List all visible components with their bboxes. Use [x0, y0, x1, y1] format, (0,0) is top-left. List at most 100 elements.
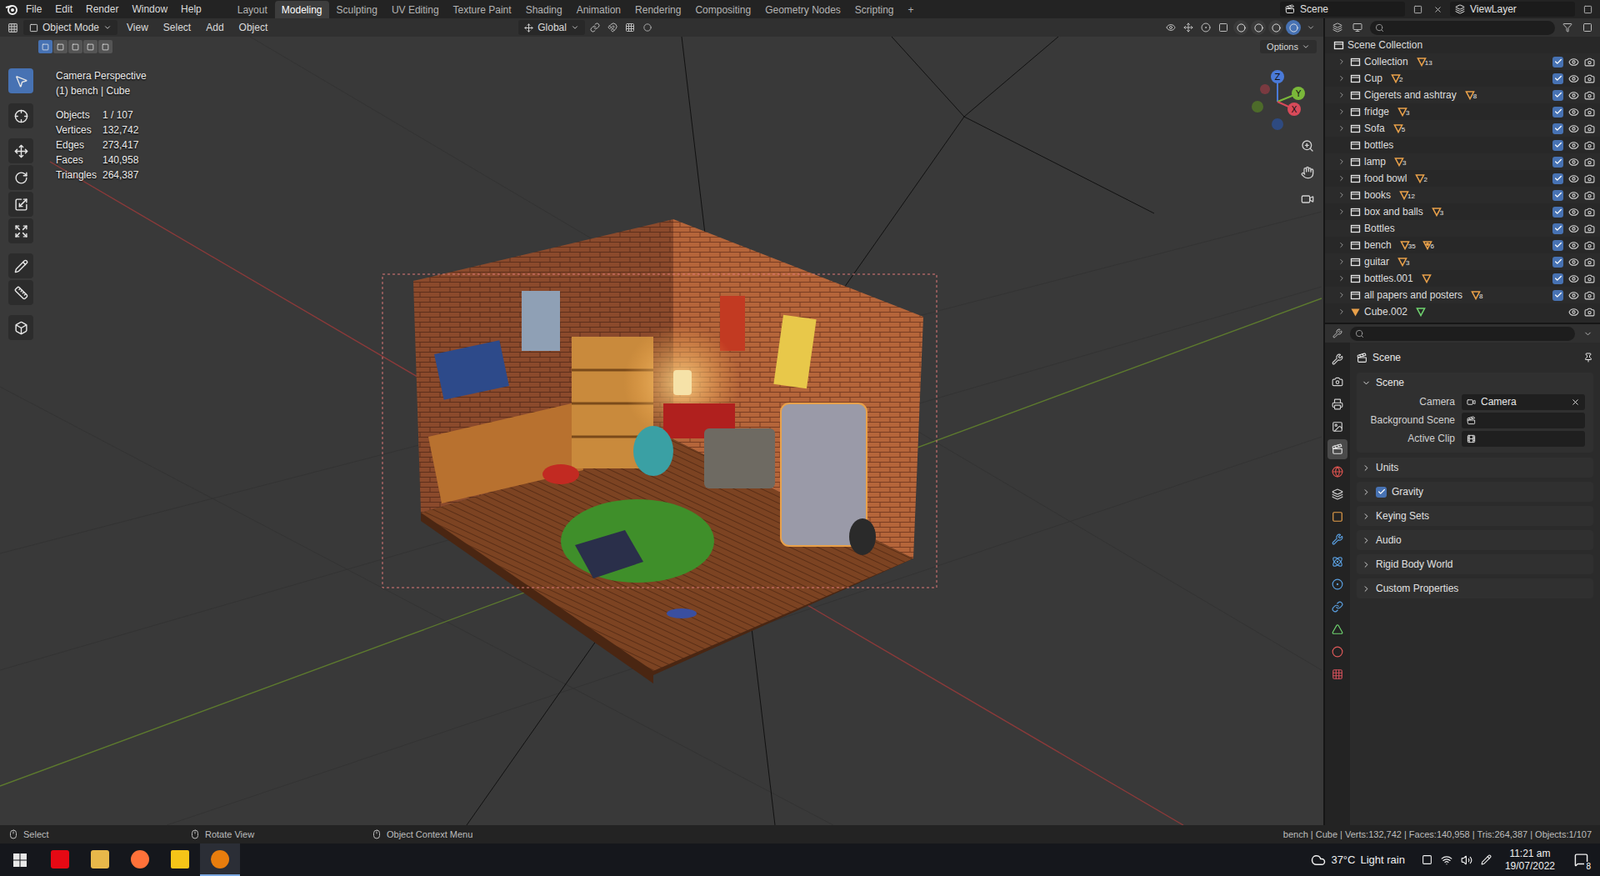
exclude-checkbox[interactable] [1552, 73, 1564, 85]
render-toggle[interactable] [1583, 122, 1595, 135]
select-mode-button[interactable] [98, 40, 113, 54]
shading-mode-button[interactable] [1250, 20, 1266, 35]
tool-button[interactable] [8, 138, 34, 164]
collapsed-panel[interactable]: Gravity [1356, 481, 1594, 502]
new-scene-button[interactable] [1410, 1, 1425, 17]
visibility-toggle[interactable] [1567, 222, 1580, 235]
exclude-checkbox[interactable] [1552, 156, 1564, 168]
xray-toggle[interactable] [1215, 20, 1231, 35]
visibility-toggle[interactable] [1567, 172, 1580, 185]
properties-tab[interactable] [1327, 506, 1348, 527]
snap-target-button[interactable] [622, 20, 638, 35]
visibility-toggle[interactable] [1567, 122, 1580, 135]
viewport-menu[interactable]: Object [233, 20, 275, 35]
exclude-checkbox[interactable] [1552, 256, 1564, 268]
visibility-toggle[interactable] [1567, 239, 1580, 251]
outliner-row[interactable]: Cube.002 [1325, 303, 1600, 320]
outliner-row[interactable]: bottles.001 [1325, 270, 1600, 287]
shading-mode-button[interactable] [1268, 20, 1284, 35]
blender-logo-icon[interactable] [5, 2, 19, 16]
tool-button[interactable] [8, 68, 34, 94]
tool-button[interactable] [8, 191, 34, 217]
taskbar-app[interactable] [80, 843, 120, 876]
collapsed-panel[interactable]: Units [1356, 457, 1594, 478]
collapse-button[interactable] [1580, 325, 1595, 341]
collapsed-panel[interactable]: Audio [1356, 530, 1594, 550]
exclude-checkbox[interactable] [1552, 123, 1564, 135]
collapsed-panel[interactable]: Rigid Body World [1356, 554, 1594, 575]
visibility-toggle[interactable] [1567, 139, 1580, 151]
visibility-button[interactable] [1163, 20, 1179, 35]
exclude-checkbox[interactable] [1552, 173, 1564, 185]
expand-arrow[interactable] [1336, 173, 1347, 184]
zoom-button[interactable] [1296, 135, 1319, 157]
render-toggle[interactable] [1583, 155, 1595, 168]
exclude-checkbox[interactable] [1552, 56, 1564, 68]
tool-button[interactable] [8, 103, 34, 129]
collapsed-panel[interactable]: Keying Sets [1356, 505, 1594, 526]
render-toggle[interactable] [1583, 255, 1595, 268]
notifications-button[interactable]: 8 [1568, 847, 1594, 873]
expand-arrow[interactable] [1336, 123, 1347, 134]
exclude-checkbox[interactable] [1552, 290, 1564, 301]
volume-icon[interactable] [1460, 854, 1473, 866]
outliner-row[interactable]: Bottles [1325, 220, 1600, 237]
outliner-row[interactable]: fridge3 [1325, 103, 1600, 120]
exclude-checkbox[interactable] [1552, 90, 1564, 101]
expand-arrow[interactable] [1336, 206, 1347, 217]
gizmo-toggle[interactable] [1180, 20, 1196, 35]
view-layer-selector[interactable]: ViewLayer [1450, 1, 1575, 17]
exclude-checkbox[interactable] [1552, 223, 1564, 235]
clock[interactable]: 11:21 am19/07/2022 [1500, 847, 1560, 873]
render-toggle[interactable] [1583, 222, 1595, 235]
select-mode-button[interactable] [38, 40, 53, 54]
3d-viewport[interactable]: OptionsCamera Perspective(1) bench | Cub… [0, 36, 1324, 825]
outliner-row[interactable]: food bowl2 [1325, 170, 1600, 187]
properties-tab[interactable] [1327, 484, 1348, 505]
viewport-scene[interactable] [0, 36, 1322, 825]
outliner-row[interactable]: box and balls3 [1325, 203, 1600, 220]
property-field[interactable] [1461, 412, 1585, 429]
render-toggle[interactable] [1583, 172, 1595, 185]
render-toggle[interactable] [1583, 89, 1595, 101]
mode-dropdown[interactable]: Object Mode [23, 20, 118, 35]
tool-button[interactable] [8, 165, 34, 190]
properties-tab[interactable] [1327, 416, 1348, 437]
properties-tab[interactable] [1327, 596, 1348, 617]
menu-item[interactable]: Window [125, 0, 174, 18]
tool-button[interactable] [8, 218, 34, 244]
filter-button[interactable] [1560, 20, 1575, 35]
render-toggle[interactable] [1583, 305, 1595, 318]
outliner-row[interactable]: bench356 [1325, 236, 1600, 254]
workspace-tab[interactable]: Shading [519, 0, 570, 19]
visibility-toggle[interactable] [1567, 55, 1580, 68]
expand-arrow[interactable] [1336, 73, 1347, 84]
display-mode-button[interactable] [1350, 20, 1365, 35]
visibility-toggle[interactable] [1567, 72, 1580, 85]
render-toggle[interactable] [1583, 139, 1595, 151]
properties-tab[interactable] [1327, 551, 1348, 572]
visibility-toggle[interactable] [1567, 255, 1580, 268]
exclude-checkbox[interactable] [1552, 273, 1564, 285]
shading-mode-button[interactable] [1233, 20, 1249, 35]
new-collection-button[interactable] [1580, 20, 1595, 35]
pin-icon[interactable] [1583, 352, 1594, 363]
workspace-tab[interactable]: Geometry Nodes [758, 0, 848, 19]
expand-arrow[interactable] [1336, 240, 1347, 250]
visibility-toggle[interactable] [1567, 189, 1580, 201]
properties-tab[interactable] [1327, 439, 1348, 460]
exclude-checkbox[interactable] [1552, 206, 1564, 218]
outliner-row[interactable]: Sofa5 [1325, 120, 1600, 137]
properties-tab[interactable] [1327, 349, 1348, 370]
outliner-row[interactable]: lamp3 [1325, 153, 1600, 170]
workspace-tab[interactable]: Texture Paint [446, 0, 519, 19]
properties-tab[interactable] [1327, 641, 1348, 662]
workspace-tab[interactable]: Modeling [275, 0, 330, 19]
tool-button[interactable] [8, 253, 34, 279]
orientation-dropdown[interactable]: Global [518, 20, 585, 35]
render-toggle[interactable] [1583, 205, 1595, 218]
workspace-tab[interactable]: Scripting [848, 0, 901, 19]
outliner-row[interactable]: guitar3 [1325, 253, 1600, 270]
properties-tab[interactable] [1327, 461, 1348, 482]
select-mode-button[interactable] [83, 40, 98, 54]
